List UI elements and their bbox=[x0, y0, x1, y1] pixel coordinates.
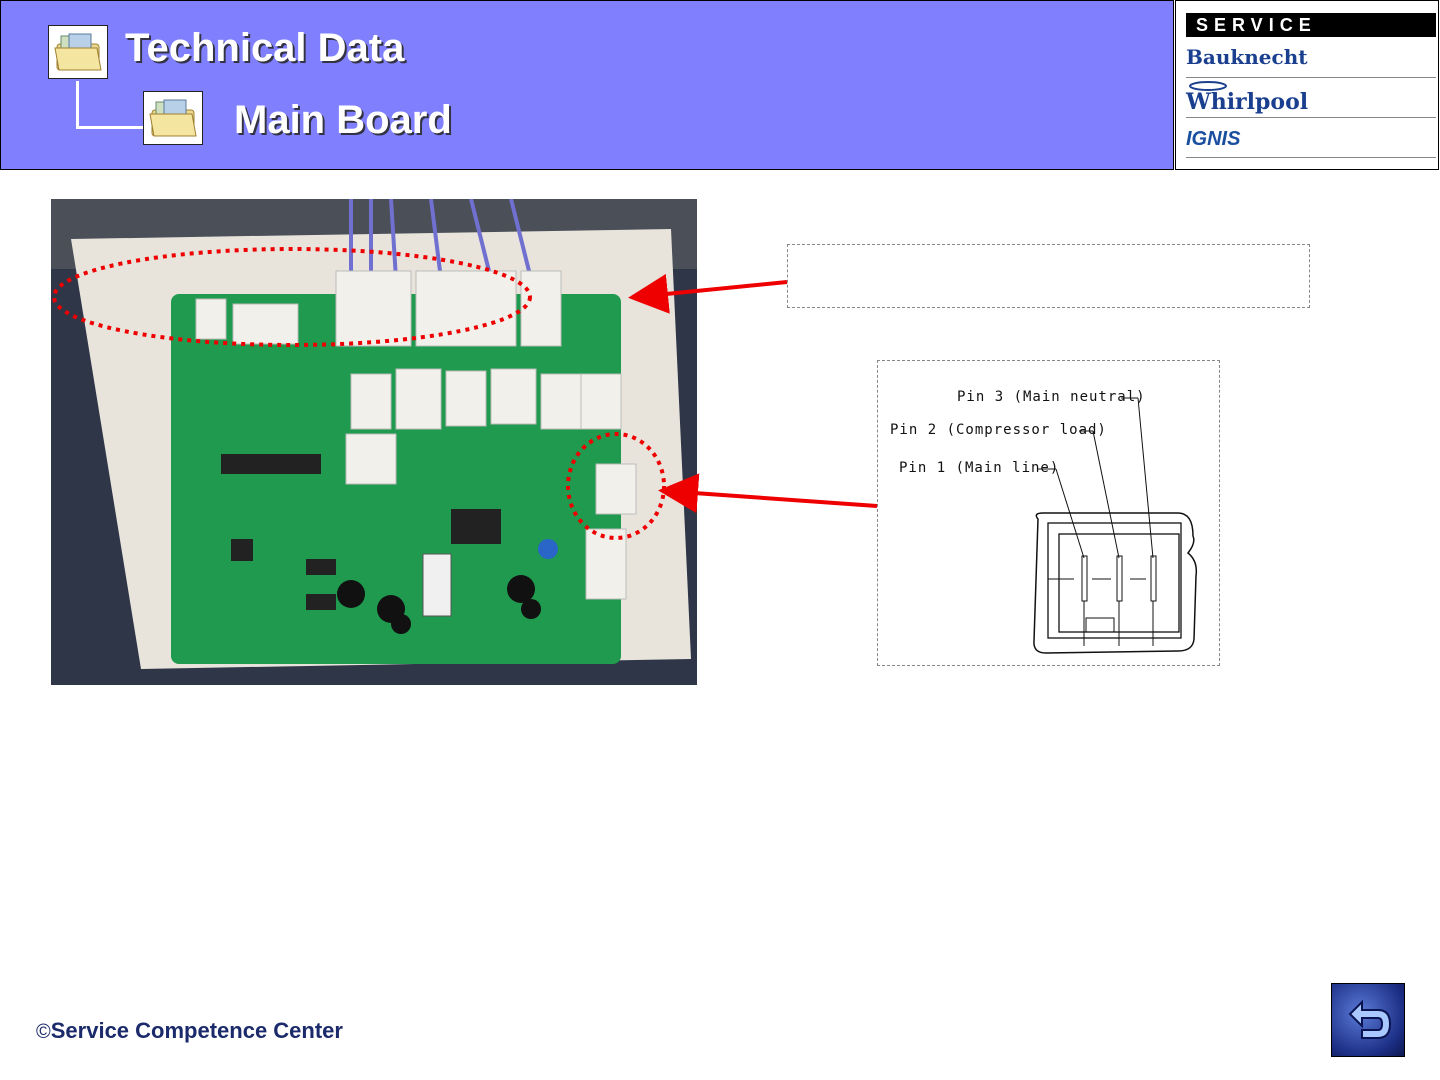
brand-name: Whirlpool bbox=[1186, 89, 1309, 115]
folder-icon bbox=[48, 25, 108, 79]
brand-bauknecht: Bauknecht bbox=[1186, 41, 1436, 78]
pin-3-label: Pin 3 (Main neutral) bbox=[957, 389, 1146, 405]
page-title: Technical Data bbox=[125, 26, 405, 70]
tree-connector bbox=[76, 126, 144, 129]
back-button[interactable] bbox=[1331, 983, 1405, 1057]
brand-name: IGNIS bbox=[1186, 128, 1241, 150]
brand-panel: SERVICE Bauknecht Whirlpool IGNIS bbox=[1175, 0, 1439, 170]
tree-connector bbox=[76, 81, 79, 129]
pin-1-label: Pin 1 (Main line) bbox=[899, 460, 1060, 476]
folder-icon bbox=[143, 91, 203, 145]
note-box bbox=[787, 244, 1310, 308]
page-subtitle: Main Board bbox=[234, 98, 452, 142]
footer-text: Service Competence Center bbox=[50, 1018, 343, 1043]
brand-name: Bauknecht bbox=[1186, 45, 1308, 69]
header-banner: Technical Data Main Board bbox=[0, 0, 1174, 170]
brand-ignis: IGNIS bbox=[1186, 121, 1436, 158]
brand-whirlpool: Whirlpool bbox=[1186, 81, 1436, 118]
main-board-photo bbox=[51, 199, 697, 685]
connector-drawing bbox=[1033, 397, 1198, 654]
arrow-to-power-connector bbox=[658, 473, 878, 514]
connector-pin-diagram: Pin 3 (Main neutral) Pin 2 (Compressor l… bbox=[877, 360, 1220, 666]
copyright-footer: ©Service Competence Center bbox=[36, 1018, 343, 1044]
pin-2-label: Pin 2 (Compressor load) bbox=[890, 422, 1107, 438]
copyright-icon: © bbox=[36, 1021, 51, 1043]
back-arrow-icon bbox=[1348, 999, 1392, 1039]
service-label: SERVICE bbox=[1186, 13, 1436, 37]
